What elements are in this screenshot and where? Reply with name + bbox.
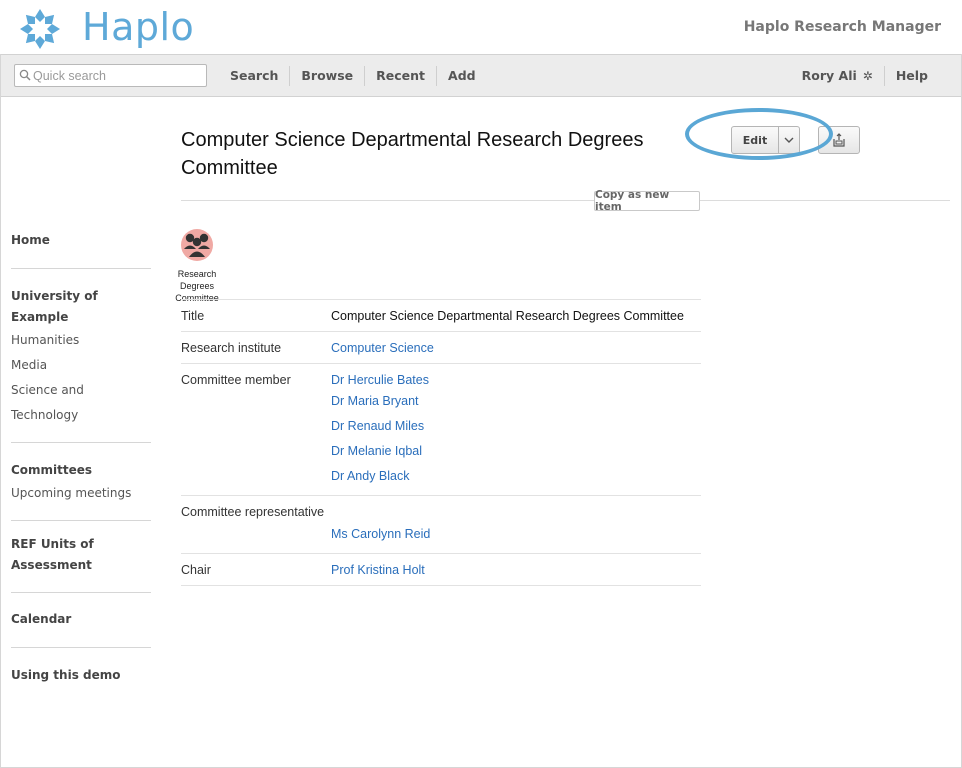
attribute-row-chair: Chair Prof Kristina Holt — [181, 553, 701, 586]
user-nav: Rory Ali ✲ Help — [791, 55, 939, 96]
nav-recent[interactable]: Recent — [365, 65, 438, 86]
export-button[interactable] — [818, 126, 860, 154]
sidebar-group-calendar: Calendar — [11, 593, 151, 648]
sidebar-item-media[interactable]: Media — [11, 353, 151, 378]
attribute-value-link[interactable]: Prof Kristina Holt — [331, 561, 701, 579]
page-title: Computer Science Departmental Research D… — [181, 129, 644, 179]
attribute-row-research-institute: Research institute Computer Science — [181, 331, 701, 363]
haplo-logo-icon[interactable] — [16, 5, 64, 53]
attribute-label: Title — [181, 309, 205, 323]
attribute-values: Ms Carolynn Reid — [181, 521, 701, 547]
sidebar-item-using-demo[interactable]: Using this demo — [11, 665, 151, 686]
attribute-values: Dr Herculie Bates Dr Maria Bryant Dr Ren… — [331, 371, 701, 489]
sidebar-item-humanities[interactable]: Humanities — [11, 328, 151, 353]
export-icon — [833, 133, 845, 147]
attribute-values: Computer Science Departmental Research D… — [331, 307, 701, 325]
app-name: Haplo Research Manager — [743, 19, 941, 35]
quick-search-box[interactable] — [14, 64, 207, 87]
edit-button[interactable]: Edit — [732, 127, 779, 153]
user-name: Rory Ali — [801, 67, 857, 83]
copy-as-new-item-button[interactable]: Copy as new item — [594, 189, 700, 213]
sidebar-group-committees: Committees Upcoming meetings — [11, 443, 151, 521]
nav-search[interactable]: Search — [219, 65, 291, 86]
search-icon — [19, 69, 31, 81]
sidebar-item-university[interactable]: University of Example — [11, 286, 151, 328]
help-link[interactable]: Help — [885, 66, 939, 86]
sidebar-group-home: Home — [11, 230, 151, 269]
attribute-value-link[interactable]: Dr Herculie Bates — [331, 371, 701, 389]
attribute-value-link[interactable]: Dr Maria Bryant — [331, 389, 701, 414]
gear-icon: ✲ — [862, 68, 873, 83]
attribute-label: Chair — [181, 563, 211, 577]
attribute-values: Computer Science — [331, 339, 701, 357]
type-label-line2: Degrees — [179, 281, 215, 291]
sidebar-group-ref: REF Units of Assessment — [11, 521, 151, 593]
attribute-value-link[interactable]: Dr Andy Black — [331, 464, 701, 489]
sidebar-item-upcoming-meetings[interactable]: Upcoming meetings — [11, 481, 151, 506]
attribute-value-link[interactable]: Ms Carolynn Reid — [331, 522, 701, 547]
attribute-value-link[interactable]: Computer Science — [331, 339, 701, 357]
logo-text[interactable]: Haplo — [82, 5, 194, 49]
toolbar: Search Browse Recent Add Rory Ali ✲ Help — [1, 54, 961, 97]
type-label-line1: Research — [177, 269, 217, 279]
attribute-table: Title Computer Science Departmental Rese… — [181, 299, 701, 586]
attribute-value-link[interactable]: Dr Renaud Miles — [331, 414, 701, 439]
attribute-label: Committee representative — [181, 505, 325, 519]
edit-button-group: Edit — [731, 126, 800, 154]
type-icon: Research Degrees Committee — [175, 228, 219, 304]
search-input[interactable] — [33, 65, 201, 86]
attribute-row-committee-representative: Committee representative Ms Carolynn Rei… — [181, 495, 701, 553]
header: Haplo Haplo Research Manager — [0, 0, 962, 54]
sidebar-item-ref-units[interactable]: REF Units of Assessment — [11, 534, 151, 576]
main-nav: Search Browse Recent Add — [219, 55, 487, 96]
attribute-label: Research institute — [181, 341, 282, 355]
sidebar-group-university: University of Example Humanities Media S… — [11, 269, 151, 443]
chevron-down-icon — [784, 137, 794, 143]
attribute-label: Committee member — [181, 373, 291, 387]
sidebar-ref-line1: REF Units of — [11, 537, 94, 551]
nav-add[interactable]: Add — [437, 66, 487, 86]
sidebar-group-demo: Using this demo — [11, 648, 151, 686]
sidebar-ref-line2: Assessment — [11, 558, 92, 572]
sidebar: Home University of Example Humanities Me… — [11, 230, 151, 686]
sidebar-item-science-technology[interactable]: Science and Technology — [11, 378, 151, 428]
sidebar-item-calendar[interactable]: Calendar — [11, 609, 151, 630]
sidebar-item-home[interactable]: Home — [11, 230, 151, 251]
committee-icon — [181, 229, 213, 261]
sidebar-item-committees[interactable]: Committees — [11, 460, 151, 481]
attribute-value-link[interactable]: Dr Melanie Iqbal — [331, 439, 701, 464]
nav-browse[interactable]: Browse — [290, 65, 366, 86]
title-divider — [181, 200, 950, 201]
user-menu[interactable]: Rory Ali ✲ — [791, 65, 885, 86]
attribute-row-committee-member: Committee member Dr Herculie Bates Dr Ma… — [181, 363, 701, 495]
edit-dropdown-button[interactable] — [779, 127, 799, 153]
attribute-value: Computer Science Departmental Research D… — [331, 309, 684, 323]
attribute-row-title: Title Computer Science Departmental Rese… — [181, 299, 701, 331]
attribute-values: Prof Kristina Holt — [331, 561, 701, 579]
